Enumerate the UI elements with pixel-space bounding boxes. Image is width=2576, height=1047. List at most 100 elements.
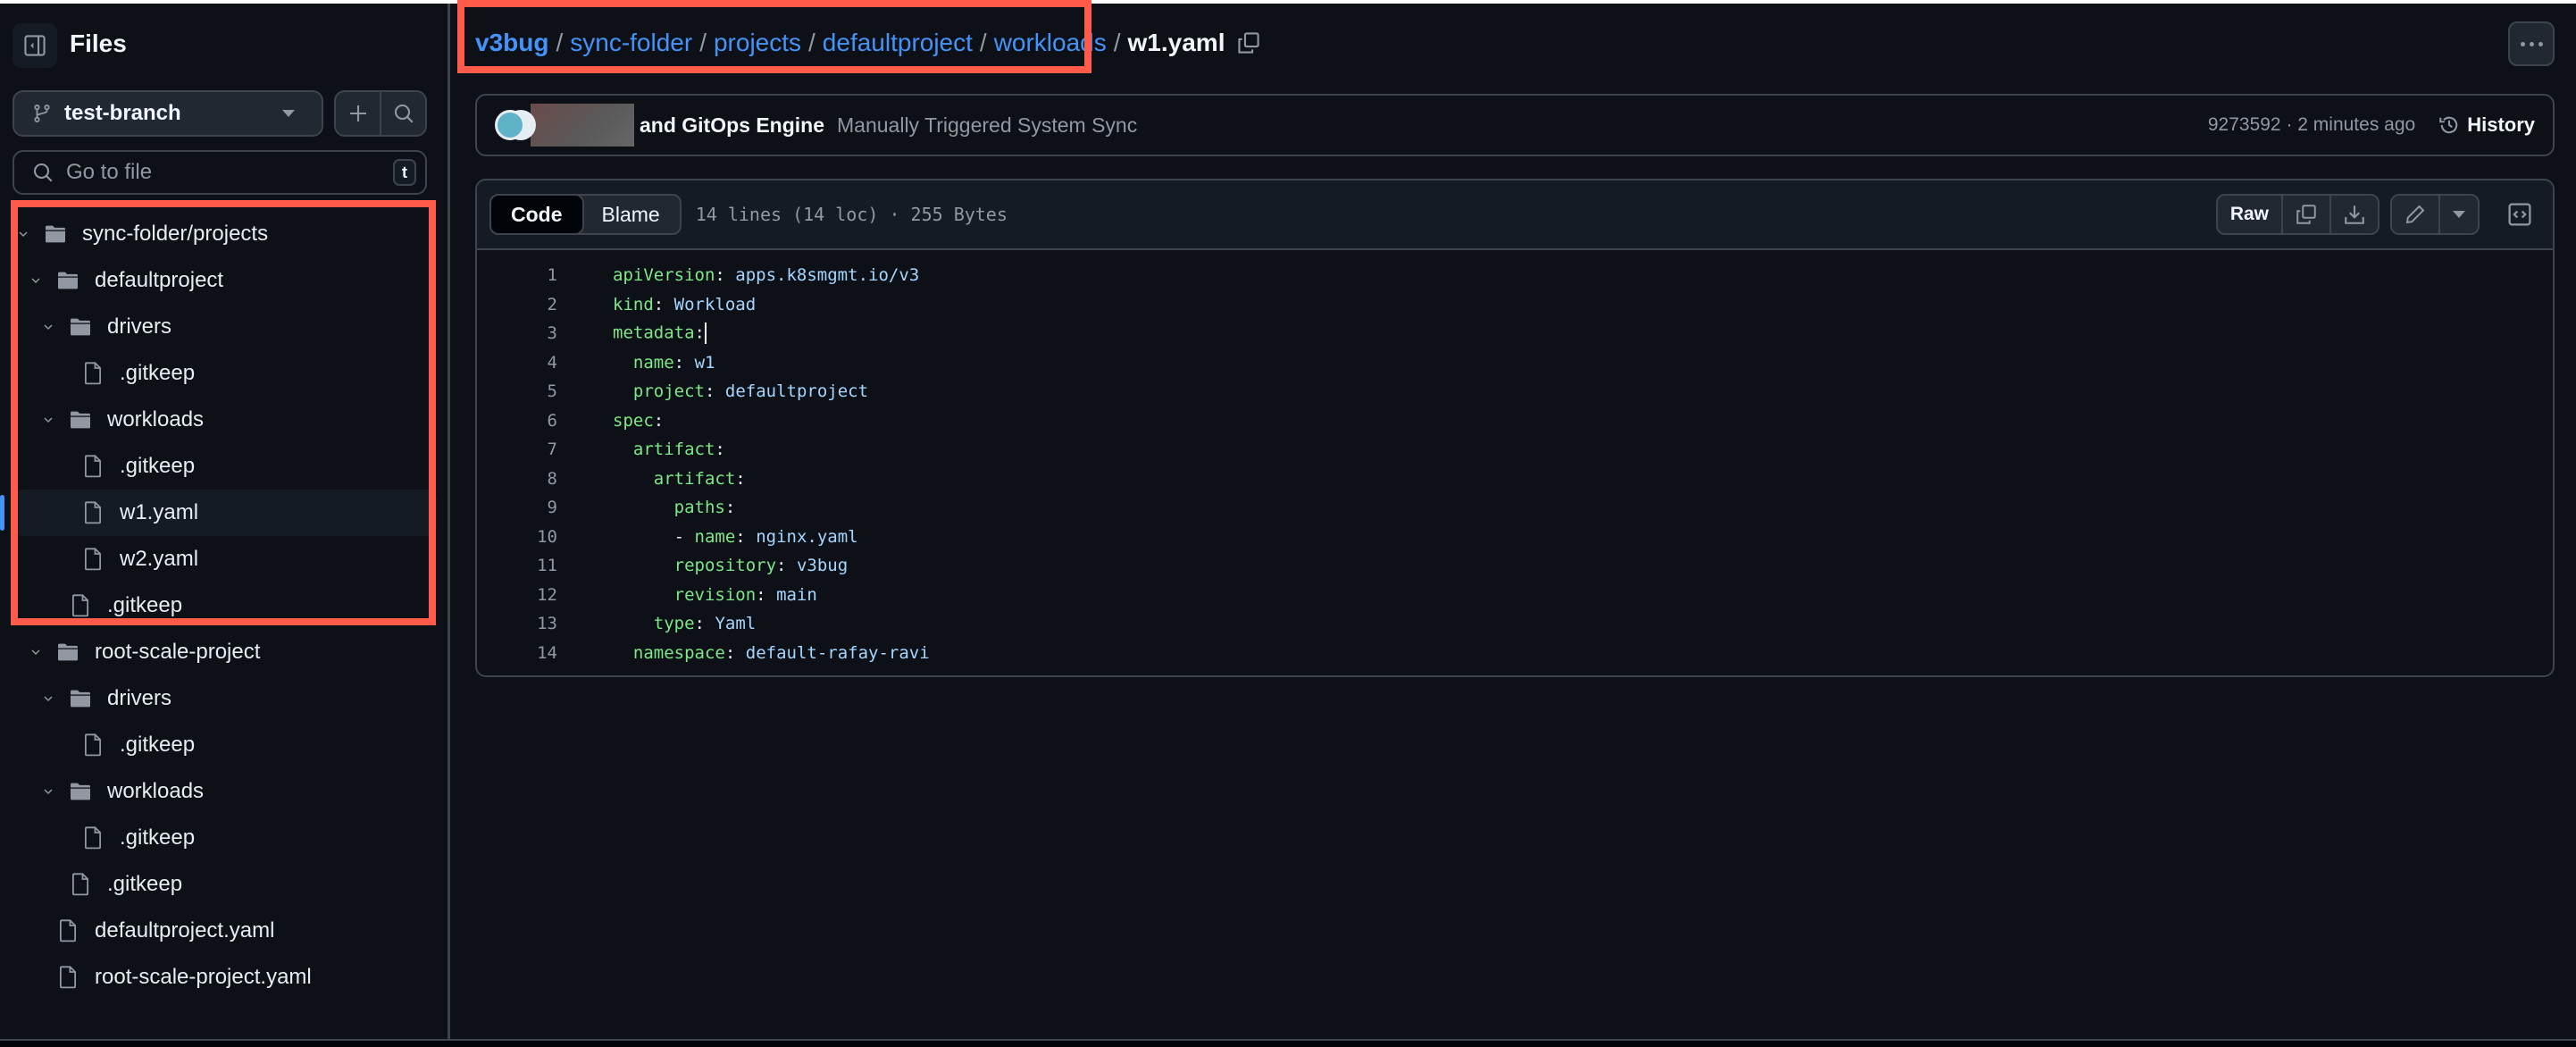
colon: :: [704, 381, 715, 402]
code-square-icon: [2508, 203, 2531, 226]
chevron-down-icon[interactable]: [25, 270, 46, 291]
yaml-key: spec: [613, 410, 654, 431]
raw-button[interactable]: Raw: [2218, 196, 2281, 233]
tree-file-item[interactable]: .gitkeep: [0, 861, 447, 908]
history-icon: [2439, 116, 2458, 134]
line-number[interactable]: 9: [477, 498, 557, 517]
tree-item-label: defaultproject: [95, 268, 224, 292]
colon: :: [673, 352, 685, 373]
line-number[interactable]: 5: [477, 381, 557, 401]
tree-folder-item[interactable]: workloads: [0, 768, 447, 815]
line-number[interactable]: 10: [477, 527, 557, 547]
tree-file-item[interactable]: .gitkeep: [0, 722, 447, 768]
breadcrumb-link[interactable]: workloads: [994, 29, 1107, 57]
shortcut-key: t: [393, 159, 416, 186]
folder-icon: [55, 640, 80, 665]
code-line: 7 artifact:: [477, 435, 2553, 465]
commit-authors[interactable]: and GitOps Engine: [640, 113, 824, 138]
tree-file-item[interactable]: root-scale-project.yaml: [0, 954, 447, 1001]
chevron-down-icon[interactable]: [13, 223, 34, 245]
line-content: namespace: default-rafay-ravi: [613, 643, 930, 663]
search-code-button[interactable]: [380, 92, 425, 135]
line-number[interactable]: 8: [477, 469, 557, 489]
yaml-value: Workload: [673, 294, 757, 314]
chevron-down-icon[interactable]: [38, 409, 59, 431]
line-number[interactable]: 3: [477, 323, 557, 343]
tree-item-label: w1.yaml: [120, 500, 199, 524]
tree-file-item[interactable]: .gitkeep: [0, 443, 447, 490]
tree-folder-item[interactable]: drivers: [0, 675, 447, 722]
breadcrumb-separator: /: [556, 29, 564, 56]
chevron-down-icon[interactable]: [38, 316, 59, 338]
code-view[interactable]: 1 apiVersion: apps.k8smgmt.io/v3 2 kind: Wo…: [477, 250, 2553, 667]
breadcrumb-link[interactable]: sync-folder: [570, 29, 692, 57]
commit-meta[interactable]: 9273592 · 2 minutes ago: [2208, 114, 2415, 136]
code-line: 3 metadata:: [477, 319, 2553, 348]
commit-message[interactable]: Manually Triggered System Sync: [837, 113, 1137, 138]
tree-folder-item[interactable]: drivers: [0, 304, 447, 350]
edit-button[interactable]: [2392, 196, 2438, 233]
breadcrumb-separator: /: [979, 29, 987, 56]
chevron-down-icon[interactable]: [38, 781, 59, 802]
line-number[interactable]: 11: [477, 556, 557, 575]
breadcrumb-link[interactable]: projects: [714, 29, 801, 57]
tree-file-item[interactable]: defaultproject.yaml: [0, 908, 447, 954]
tree-folder-item[interactable]: workloads: [0, 397, 447, 443]
add-file-button[interactable]: [336, 92, 380, 135]
line-number[interactable]: 2: [477, 295, 557, 314]
tree-file-item[interactable]: w2.yaml: [0, 536, 447, 582]
sidebar-actions: [334, 90, 427, 137]
tree-item-label: .gitkeep: [120, 733, 196, 757]
breadcrumb-separator: /: [1113, 29, 1121, 56]
code-line: 1 apiVersion: apps.k8smgmt.io/v3: [477, 261, 2553, 290]
collapse-sidebar-button[interactable]: [13, 23, 57, 68]
go-to-file-input[interactable]: Go to file t: [13, 150, 427, 195]
sidebar-title: Files: [70, 29, 127, 57]
line-number[interactable]: 12: [477, 585, 557, 605]
line-number[interactable]: 4: [477, 353, 557, 373]
sidebar-collapse-icon: [24, 35, 46, 56]
tree-folder-item[interactable]: sync-folder/projects: [0, 211, 447, 257]
more-options-button[interactable]: [2508, 21, 2555, 66]
author-avatars[interactable]: [495, 104, 634, 147]
tab-code[interactable]: Code: [489, 194, 584, 235]
line-content: artifact:: [613, 440, 725, 459]
tab-blame[interactable]: Blame: [582, 196, 680, 233]
symbols-panel-button[interactable]: [2499, 194, 2540, 235]
chevron-down-icon[interactable]: [38, 688, 59, 709]
chevron-down-icon[interactable]: [25, 641, 46, 663]
copy-path-button[interactable]: [1237, 31, 1260, 54]
yaml-value: nginx.yaml: [756, 526, 858, 547]
line-content: kind: Workload: [613, 295, 756, 314]
tree-file-item[interactable]: w1.yaml: [0, 490, 437, 536]
history-button[interactable]: History: [2438, 113, 2535, 137]
tree-item-label: defaultproject.yaml: [95, 918, 275, 942]
tree-file-item[interactable]: .gitkeep: [0, 350, 447, 397]
breadcrumb-link[interactable]: v3bug: [475, 29, 548, 57]
branch-selector[interactable]: test-branch: [13, 90, 323, 137]
current-file-name: w1.yaml: [1127, 29, 1225, 56]
line-content: apiVersion: apps.k8smgmt.io/v3: [613, 265, 919, 285]
edit-dropdown-button[interactable]: [2438, 196, 2478, 233]
line-number[interactable]: 7: [477, 440, 557, 459]
tree-folder-item[interactable]: root-scale-project: [0, 629, 447, 675]
line-number[interactable]: 6: [477, 411, 557, 431]
line-number[interactable]: 1: [477, 265, 557, 285]
download-button[interactable]: [2329, 196, 2378, 233]
line-number[interactable]: 13: [477, 614, 557, 633]
tree-file-item[interactable]: .gitkeep: [0, 815, 447, 861]
tree-file-item[interactable]: .gitkeep: [0, 582, 447, 629]
line-number[interactable]: 14: [477, 643, 557, 663]
copy-raw-button[interactable]: [2281, 196, 2329, 233]
yaml-key: artifact: [653, 468, 736, 489]
file-view: v3bug / sync-folder / projects / defaultprojec…: [453, 4, 2576, 1039]
tree-folder-item[interactable]: defaultproject: [0, 257, 447, 304]
folder-icon: [68, 686, 93, 711]
breadcrumb-link[interactable]: defaultproject: [823, 29, 973, 57]
